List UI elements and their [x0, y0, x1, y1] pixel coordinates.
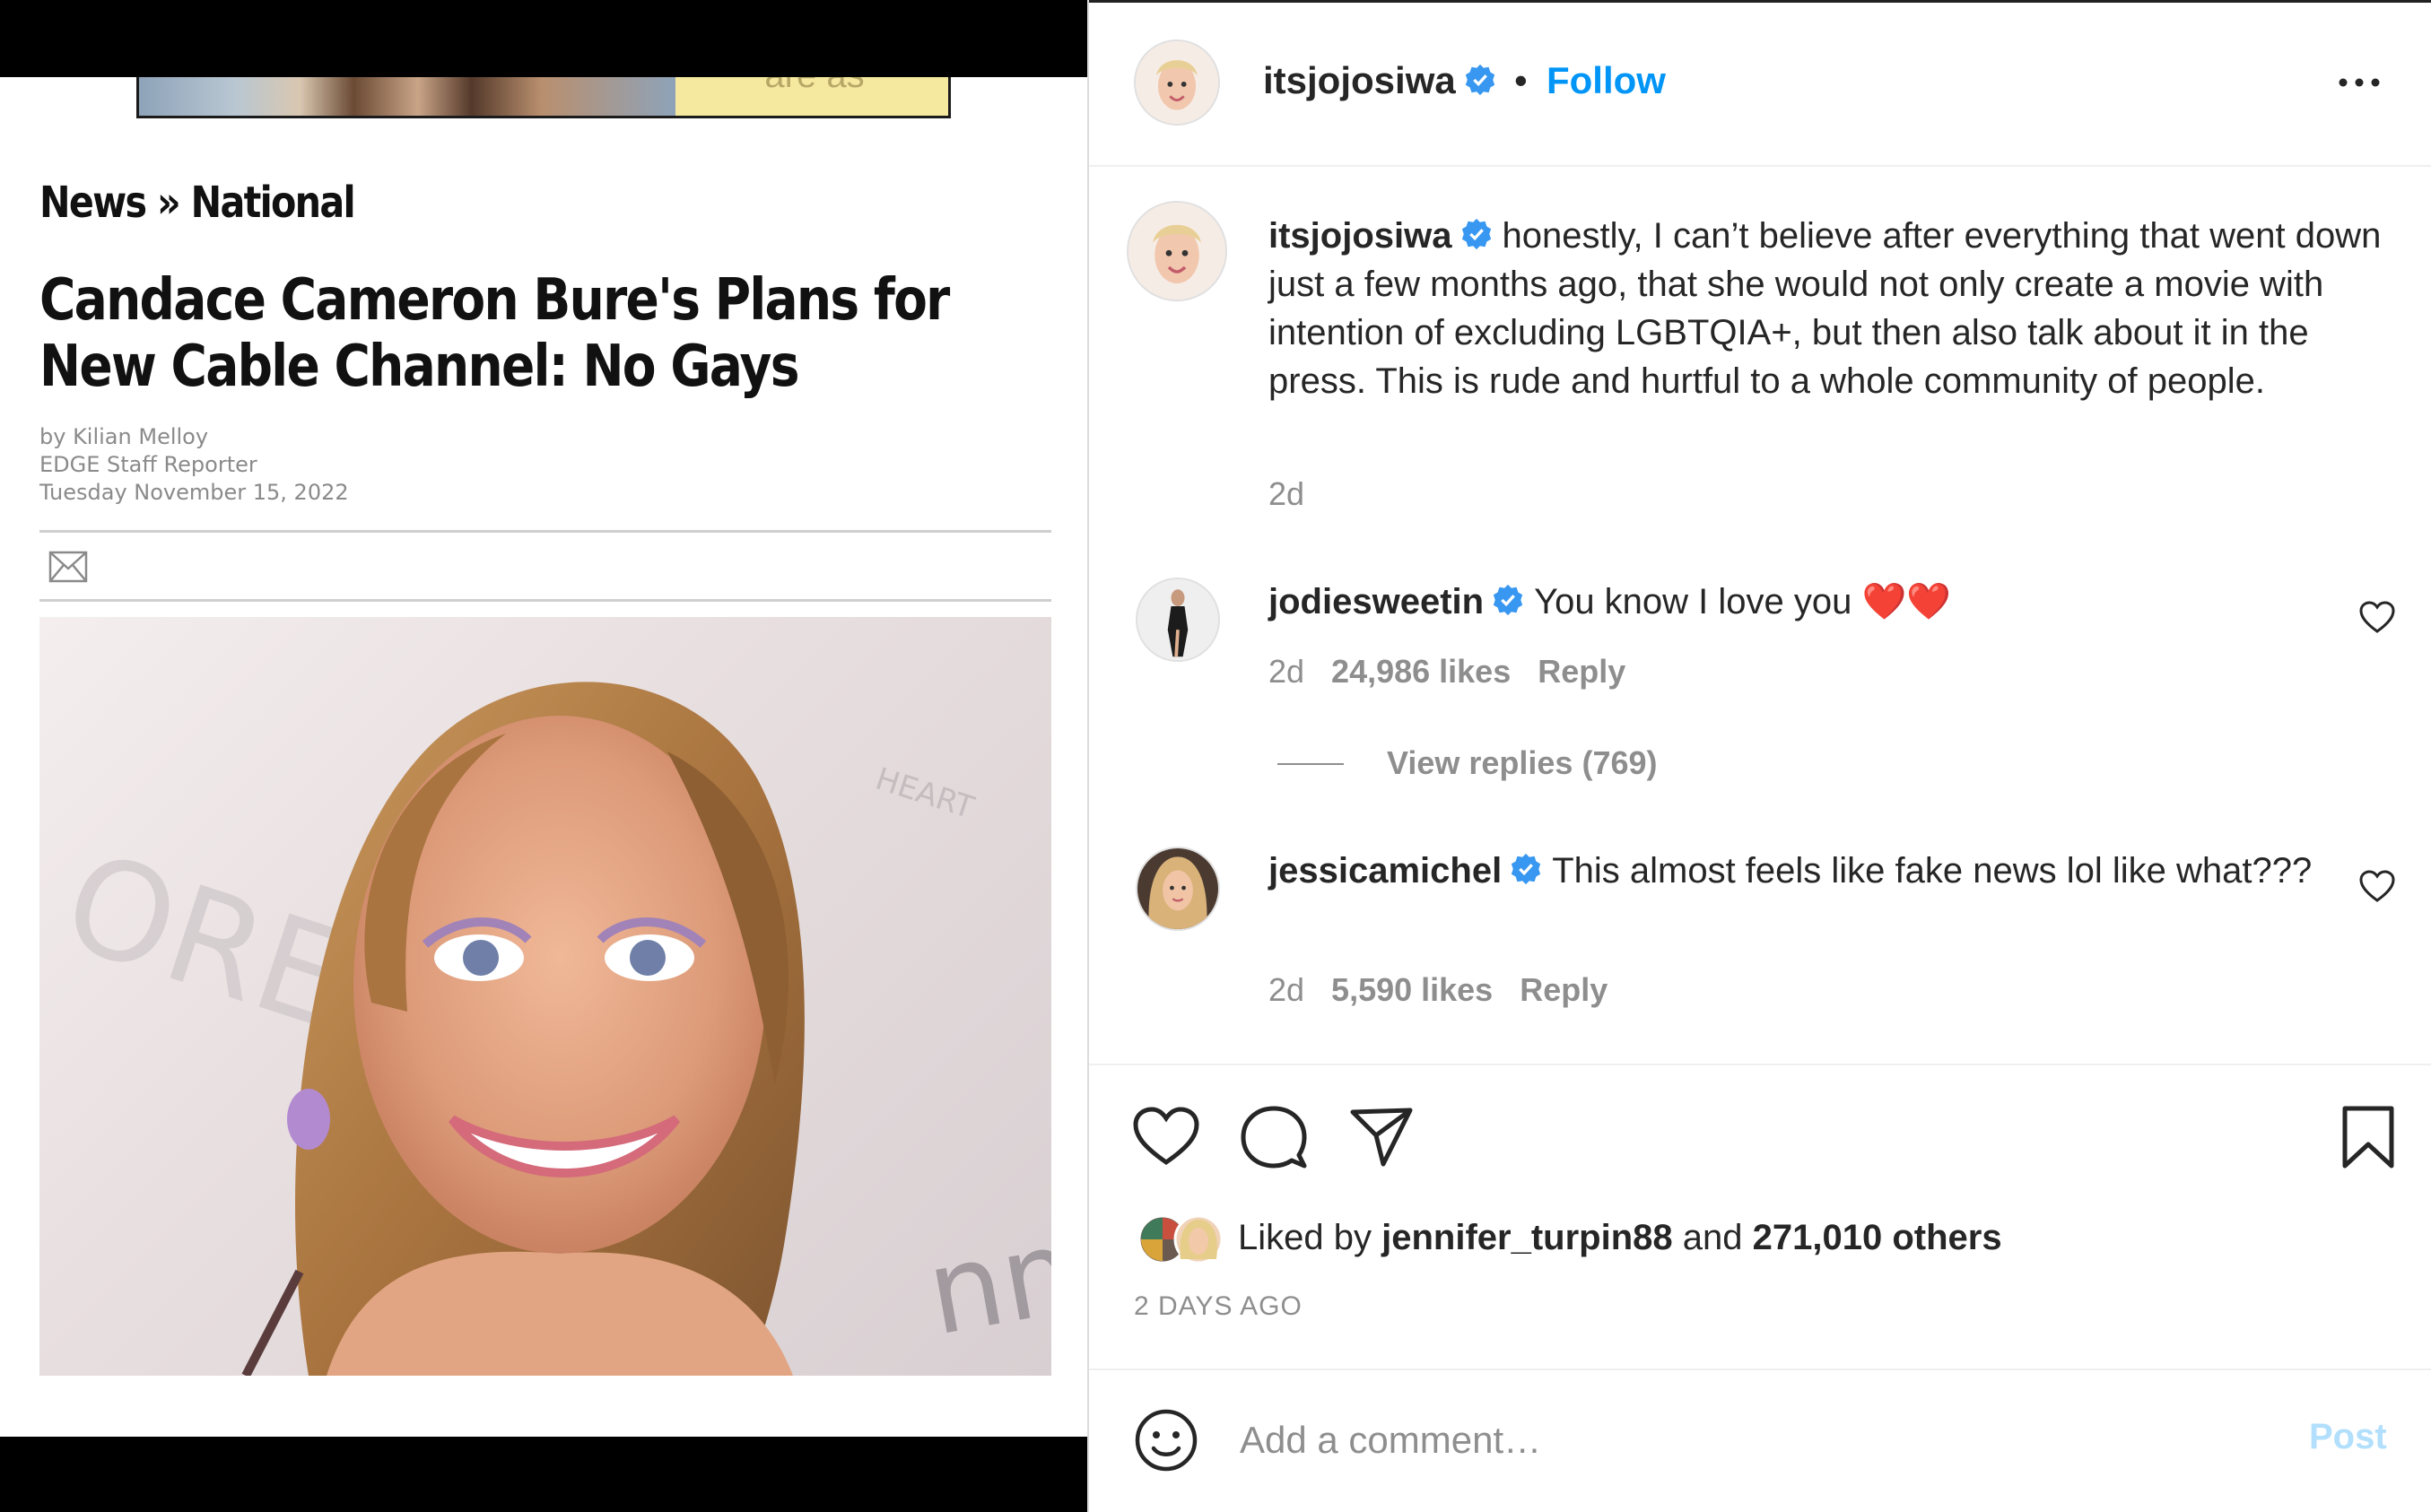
verified-badge-icon: [1512, 854, 1541, 885]
article-byline: by Kilian Melloy EDGE Staff Reporter Tue…: [39, 423, 349, 507]
comment-timestamp[interactable]: 2d: [1268, 971, 1304, 1008]
liked-by-user[interactable]: jennifer_turpin88: [1381, 1218, 1673, 1257]
comment-avatar[interactable]: [1136, 847, 1220, 931]
comment-text: jessicamichel This almost feels like fake…: [1268, 847, 2318, 895]
post-comment-button[interactable]: Post: [2309, 1417, 2387, 1457]
replies-line: [1277, 763, 1344, 765]
comment-icon[interactable]: [1240, 1103, 1308, 1171]
article-photo: OREAL HEART nme: [39, 617, 1051, 1376]
post-timestamp[interactable]: 2 DAYS AGO: [1134, 1291, 1303, 1322]
panel-top-border: [1087, 0, 2431, 3]
comment-timestamp[interactable]: 2d: [1268, 653, 1304, 690]
verified-badge-icon: [1461, 219, 1491, 250]
add-comment-input[interactable]: [1240, 1413, 2209, 1467]
view-replies-button[interactable]: View replies (769): [1387, 744, 1658, 782]
send-icon[interactable]: [1347, 1103, 1416, 1171]
comment-body: This almost feels like fake news lol lik…: [1552, 851, 2313, 891]
verified-badge-icon: [1465, 64, 1494, 96]
ad-photo: [139, 77, 675, 116]
liked-by-text: Liked by jennifer_turpin88 and 271,010 o…: [1238, 1218, 2002, 1258]
instagram-post-panel: itsjojosiwa • Follow itsjojosiwa honestly…: [1087, 0, 2431, 1512]
caption-time: 2d: [1268, 475, 1331, 513]
comment-text: jodiesweetin You know I love you ❤️❤️: [1268, 578, 2318, 626]
comment-username[interactable]: jessicamichel: [1268, 851, 1502, 891]
header-separator: •: [1514, 59, 1528, 101]
author-username[interactable]: itsjojosiwa: [1263, 59, 1497, 102]
divider: [39, 530, 1051, 533]
author-username-text[interactable]: itsjojosiwa: [1263, 59, 1456, 101]
caption-avatar[interactable]: [1127, 201, 1227, 301]
verified-badge-icon: [1493, 585, 1523, 616]
byline-author: by Kilian Melloy: [39, 424, 209, 449]
follow-button[interactable]: Follow: [1547, 59, 1666, 102]
breadcrumb[interactable]: News » National: [39, 178, 356, 228]
more-options-icon[interactable]: [2334, 65, 2384, 100]
article-headline: Candace Cameron Bure's Plans for New Cab…: [39, 267, 950, 400]
byline-date: Tuesday November 15, 2022: [39, 480, 349, 505]
advertisement-banner[interactable]: are as: [136, 77, 951, 118]
caption-timestamp[interactable]: 2d: [1268, 475, 1304, 512]
black-bar-top: [0, 0, 1087, 77]
header-divider: [1089, 165, 2431, 167]
comment-username[interactable]: jodiesweetin: [1268, 582, 1484, 621]
reply-button[interactable]: Reply: [1538, 653, 1625, 690]
like-comment-heart-icon[interactable]: [2359, 870, 2395, 904]
bookmark-icon[interactable]: [2334, 1103, 2402, 1171]
caption-username[interactable]: itsjojosiwa: [1268, 216, 1452, 256]
article-screenshot: are as News » National Candace Cameron B…: [0, 0, 1087, 1512]
photo-backdrop-text: nme: [918, 1183, 1051, 1362]
caption-text: itsjojosiwa honestly, I can’t believe aft…: [1268, 212, 2390, 405]
liked-by-avatars[interactable]: [1134, 1214, 1233, 1264]
comment-avatar[interactable]: [1136, 578, 1220, 662]
mail-icon[interactable]: [48, 551, 88, 583]
ad-text-panel: are as: [675, 77, 948, 116]
liked-by-others[interactable]: 271,010 others: [1753, 1218, 2002, 1257]
like-comment-heart-icon[interactable]: [2359, 601, 2395, 635]
comment-meta: 2d 24,986 likes Reply: [1268, 653, 1652, 691]
reply-button[interactable]: Reply: [1520, 971, 1608, 1008]
liked-by-prefix: Liked by: [1238, 1218, 1372, 1257]
panel-left-border: [1087, 0, 1089, 1512]
emoji-icon[interactable]: [1134, 1408, 1198, 1473]
comment-body: You know I love you ❤️❤️: [1534, 582, 1952, 621]
heart-icon[interactable]: [1132, 1103, 1200, 1171]
ad-text: are as: [675, 77, 948, 96]
black-bar-bottom: [0, 1437, 1087, 1512]
comments-divider: [1089, 1064, 2431, 1065]
photo-backdrop-text: HEART: [871, 761, 978, 827]
divider: [39, 599, 1051, 602]
byline-role: EDGE Staff Reporter: [39, 452, 257, 477]
comment-likes[interactable]: 5,590 likes: [1331, 971, 1493, 1008]
comment-meta: 2d 5,590 likes Reply: [1268, 971, 1634, 1009]
liked-by-and: and: [1682, 1218, 1743, 1257]
author-avatar[interactable]: [1134, 39, 1220, 126]
comment-likes[interactable]: 24,986 likes: [1331, 653, 1511, 690]
footer-divider: [1089, 1369, 2431, 1370]
